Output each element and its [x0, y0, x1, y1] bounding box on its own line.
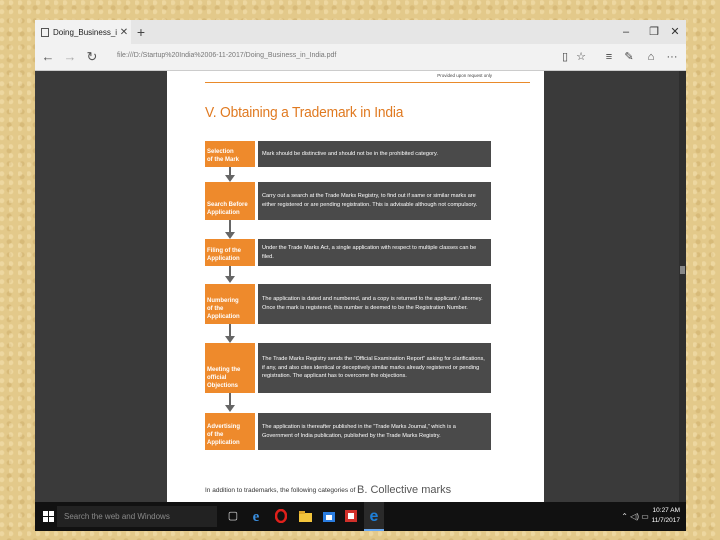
down-arrow-icon	[225, 324, 235, 343]
tab-title: Doing_Business_in_India	[53, 27, 117, 37]
pdf-reader-icon[interactable]	[342, 502, 360, 531]
browser-tab[interactable]: Doing_Business_in_India ✕	[35, 20, 131, 44]
step-filing: Filing of the Application Under the Trade…	[205, 239, 491, 266]
store-icon[interactable]	[320, 502, 338, 531]
step-label: Selection of the Mark	[205, 141, 255, 167]
step-description: Carry out a search at the Trade Marks Re…	[258, 182, 491, 220]
step-label: Meeting the official Objections	[205, 343, 255, 393]
down-arrow-icon	[225, 266, 235, 283]
down-arrow-icon	[225, 220, 235, 239]
step-label-line: official Objections	[207, 374, 239, 389]
step-label-line: of the Application	[207, 431, 240, 446]
page-heading: V. Obtaining a Trademark in India	[205, 104, 404, 121]
share-icon[interactable]: ⌂	[642, 44, 660, 70]
url-field[interactable]: file:///D:/Startup%20India%2006-11-2017/…	[117, 52, 336, 59]
step-label: Filing of the Application	[205, 239, 255, 266]
minimize-button[interactable]: –	[611, 20, 641, 44]
web-note-icon[interactable]: ✎	[620, 44, 638, 70]
clock-time: 10:27 AM	[652, 507, 680, 514]
step-label-line: Meeting the	[207, 366, 241, 373]
scrollbar[interactable]	[679, 71, 686, 502]
step-objections: Meeting the official Objections The Trade…	[205, 343, 491, 393]
step-label-line: Selection	[207, 148, 234, 155]
step-label-line: Advertising	[207, 423, 241, 430]
down-arrow-icon	[225, 393, 235, 412]
step-label-line: of the Mark	[207, 156, 240, 163]
edge-browser-icon[interactable]: e	[364, 502, 384, 531]
windows-start-icon[interactable]	[41, 502, 55, 531]
hub-icon[interactable]: ≡	[600, 44, 618, 70]
new-tab-button[interactable]: +	[133, 22, 149, 42]
step-label-line: of the Application	[207, 305, 240, 320]
down-arrow-icon	[225, 167, 235, 182]
step-advertising: Advertising of the Application The applic…	[205, 413, 491, 450]
pdf-page: Provided upon request only V. Obtaining …	[167, 71, 544, 502]
tab-bar: Doing_Business_in_India ✕ + – ❐ ✕	[35, 20, 686, 44]
step-numbering: Numbering of the Application The applicat…	[205, 284, 491, 324]
step-label: Numbering of the Application	[205, 284, 255, 324]
internet-explorer-icon[interactable]: e	[247, 502, 265, 531]
clock-date: 11/7/2017	[651, 517, 680, 524]
taskbar-search-input[interactable]: Search the web and Windows	[57, 506, 217, 527]
close-window-button[interactable]: ✕	[660, 20, 686, 44]
step-description: The Trade Marks Registry sends the “Offi…	[258, 343, 491, 393]
refresh-button[interactable]: ↻	[81, 44, 103, 70]
step-label: Search Before Application	[205, 182, 255, 220]
tab-close-icon[interactable]: ✕	[117, 27, 131, 38]
desktop-screen: Doing_Business_in_India ✕ + – ❐ ✕ ← → ↻ …	[35, 20, 686, 531]
step-selection: Selection of the Mark Mark should be dist…	[205, 141, 491, 167]
back-button[interactable]: ←	[37, 44, 59, 70]
header-rule	[205, 82, 530, 83]
section-heading: B. Collective marks	[357, 484, 452, 496]
taskbar: Search the web and Windows ▢ e e ⌃ ◁) ▭ …	[35, 502, 686, 531]
step-description: The application is dated and numbered, a…	[258, 284, 491, 324]
step-label-line: Numbering	[207, 297, 239, 304]
step-label: Advertising of the Application	[205, 413, 255, 450]
task-view-icon[interactable]: ▢	[225, 502, 241, 531]
opera-icon[interactable]	[272, 502, 290, 531]
forward-button[interactable]: →	[59, 44, 81, 70]
step-description: Under the Trade Marks Act, a single appl…	[258, 239, 491, 266]
page-icon	[41, 27, 49, 37]
more-icon[interactable]: ···	[663, 44, 681, 70]
taskbar-clock[interactable]: 10:27 AM 11/7/2017	[652, 506, 680, 526]
pdf-viewer[interactable]: Provided upon request only V. Obtaining …	[35, 71, 686, 502]
step-label-line: Application	[207, 209, 240, 216]
system-tray-icons[interactable]: ⌃ ◁) ▭	[613, 502, 657, 531]
scrollbar-thumb[interactable]	[680, 266, 685, 274]
step-description: The application is thereafter published …	[258, 413, 491, 450]
step-search: Search Before Application Carry out a sea…	[205, 182, 491, 220]
step-label-line: Filing of the	[207, 247, 241, 254]
top-note: Provided upon request only	[437, 73, 492, 78]
favorite-star-icon[interactable]: ☆	[572, 44, 590, 70]
file-explorer-icon[interactable]	[296, 502, 314, 531]
step-description: Mark should be distinctive and should no…	[258, 141, 491, 167]
address-bar: ← → ↻ file:///D:/Startup%20India%2006-11…	[35, 44, 686, 71]
step-label-line: Application	[207, 255, 240, 262]
body-text: In addition to trademarks, the following…	[205, 487, 356, 494]
step-label-line: Search Before	[207, 201, 248, 208]
